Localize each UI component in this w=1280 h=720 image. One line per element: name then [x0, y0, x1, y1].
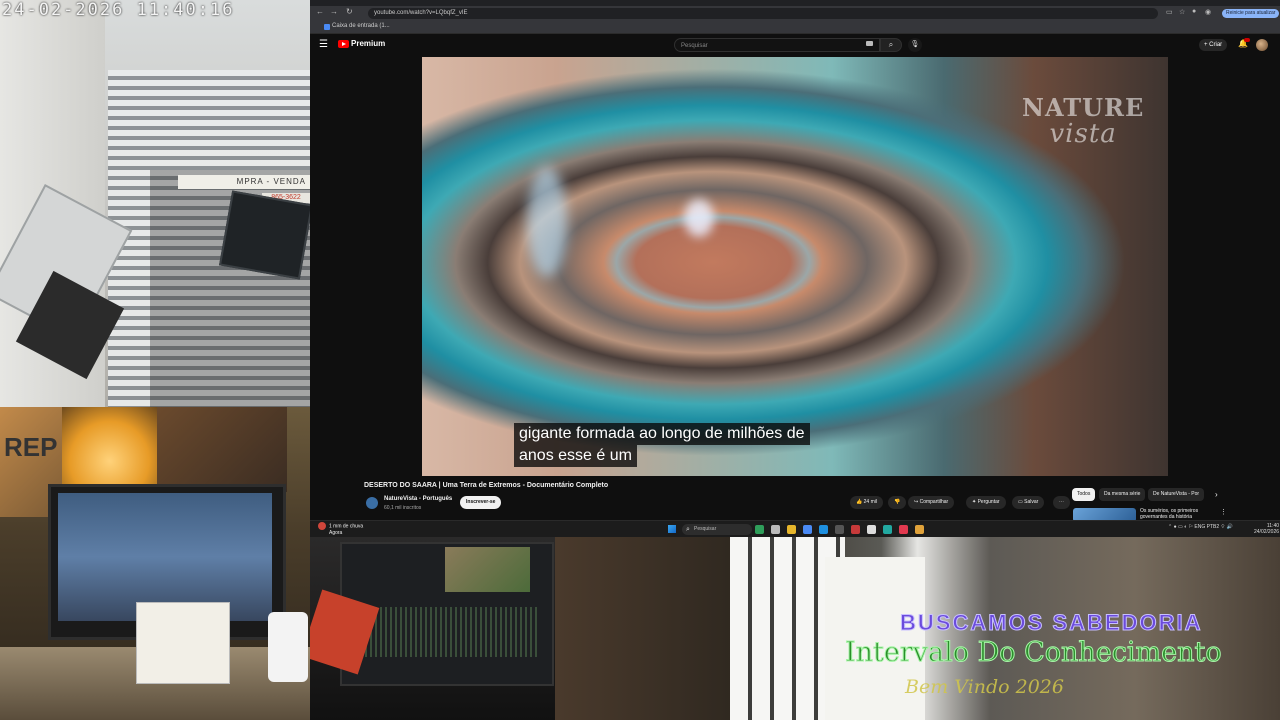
bookmark-star-icon[interactable]: ☆: [1179, 8, 1185, 16]
taskbar-app-icon[interactable]: [755, 525, 764, 534]
taskbar-clock[interactable]: 11:40 24/02/2026: [1254, 523, 1279, 535]
weather-icon: [318, 522, 326, 530]
room-camera-feed: BUSCAMOS SABEDORIA Intervalo Do Conhecim…: [555, 537, 1280, 720]
address-bar-row: ← → ↻ youtube.com/watch?v=LQbqfZ_vIE ▭ ☆…: [310, 6, 1280, 21]
extensions-icon[interactable]: ▭: [1166, 8, 1173, 16]
app-icon[interactable]: [867, 525, 876, 534]
channel-watermark: NATURE vista: [1022, 93, 1145, 149]
youtube-logo-icon[interactable]: [338, 40, 349, 48]
bookmark-inbox[interactable]: Caixa de entrada (1...: [332, 23, 390, 29]
watermark-line-2: vista: [1049, 119, 1117, 149]
youtube-premium-label[interactable]: Premium: [351, 39, 385, 48]
more-actions-icon[interactable]: ⋯: [1053, 496, 1070, 509]
overlay-welcome: Bem Vindo 2026: [905, 676, 1064, 698]
overlay-subtitle: Intervalo Do Conhecimento: [845, 637, 1223, 669]
street-camera-feed: MPRA - VENDA 865-3622 24-02-2026 11:40:1…: [0, 0, 310, 407]
caption-line: gigante formada ao longo de milhões de: [514, 423, 810, 445]
update-button[interactable]: Reinicie para atualizar: [1222, 9, 1280, 18]
recommended-title[interactable]: Os sumérios, os primeiros governantes da…: [1140, 508, 1210, 520]
video-title: DESERTO DO SAARA | Uma Terra de Extremos…: [364, 482, 609, 489]
weather-widget[interactable]: 1 mm de chuva Agora: [318, 522, 363, 536]
watermark-line-1: NATURE: [1022, 93, 1145, 122]
reload-icon[interactable]: ↻: [346, 7, 353, 16]
create-button[interactable]: + Criar: [1199, 39, 1228, 51]
share-button[interactable]: ↪ Compartilhar: [908, 496, 955, 509]
street-sign: MPRA - VENDA: [178, 175, 310, 189]
overlay-title: BUSCAMOS SABEDORIA: [899, 610, 1203, 636]
task-view-icon[interactable]: [771, 525, 780, 534]
menu-icon[interactable]: ☰: [319, 39, 328, 50]
app-icon[interactable]: [851, 525, 860, 534]
keyboard-icon[interactable]: [866, 41, 873, 46]
taskbar-search-input[interactable]: Pesquisar: [682, 524, 752, 535]
camera-timestamp: 24-02-2026 11:40:16: [2, 0, 235, 20]
volume-icon[interactable]: 🔊: [1227, 524, 1233, 530]
mic-icon[interactable]: 🎙: [908, 38, 922, 52]
clock-date: 24/02/2026: [1254, 529, 1280, 535]
dark-laptop: [219, 190, 310, 280]
like-button[interactable]: 👍 24 mil: [850, 496, 883, 509]
dislike-icon: 👎: [894, 499, 901, 505]
chip-all[interactable]: Todos: [1072, 488, 1096, 501]
search-input[interactable]: Pesquisar: [674, 38, 880, 52]
video-highlight: [527, 167, 567, 277]
subscriber-count: 60,1 mil inscritos: [384, 505, 422, 511]
vlc-icon[interactable]: [915, 525, 924, 534]
save-button[interactable]: ▭ Salvar: [1012, 496, 1045, 509]
desk-camera-feed: REP: [0, 407, 310, 720]
youtube-header: ☰ Premium Pesquisar ⌕ 🎙 + Criar 🔔: [310, 34, 1280, 56]
channel-name[interactable]: NatureVista - Português: [384, 496, 452, 502]
weather-text: 1 mm de chuva: [329, 523, 364, 530]
edge-icon[interactable]: [819, 525, 828, 534]
chip-channel[interactable]: De NatureVista - Por: [1148, 488, 1205, 501]
chip-same-series[interactable]: Da mesma série: [1099, 488, 1146, 501]
share-label: Compartilhar: [919, 499, 949, 505]
url-bar[interactable]: youtube.com/watch?v=LQbqfZ_vIE: [368, 8, 1158, 19]
video-captions: gigante formada ao longo de milhões de a…: [514, 423, 810, 467]
user-avatar[interactable]: [1256, 39, 1268, 51]
chevron-right-icon[interactable]: ›: [1210, 488, 1223, 501]
wall-painting: [157, 407, 287, 492]
account-avatar-icon[interactable]: ◉: [1205, 8, 1211, 16]
editor-camera-feed: [310, 537, 555, 720]
mail-icon: [324, 24, 330, 30]
tray-region: PTB2: [1206, 524, 1220, 530]
windows-start-icon[interactable]: [668, 525, 676, 533]
system-tray[interactable]: ⌃ ● ▭ ◐ ⚐ ENG PTB2 ⌔ 🔊: [1168, 524, 1233, 530]
app-icon[interactable]: [883, 525, 892, 534]
browser-window: ← → ↻ youtube.com/watch?v=LQbqfZ_vIE ▭ ☆…: [310, 0, 1280, 537]
notification-badge: [1244, 38, 1250, 42]
profile-icon[interactable]: ●: [1192, 8, 1196, 15]
ask-button[interactable]: ✦ Perguntar: [966, 496, 1006, 509]
chrome-icon[interactable]: [803, 525, 812, 534]
forward-icon[interactable]: →: [330, 7, 338, 16]
ask-label: Perguntar: [977, 499, 1000, 505]
editing-preview: [445, 547, 530, 592]
bookmarks-bar: Caixa de entrada (1...: [310, 21, 1280, 34]
tray-icons[interactable]: ⌃ ● ▭ ◐ ⚐: [1168, 524, 1194, 530]
save-label: Salvar: [1024, 499, 1039, 505]
file-explorer-icon[interactable]: [787, 525, 796, 534]
dislike-button[interactable]: 👎: [888, 496, 906, 509]
channel-avatar[interactable]: [366, 497, 378, 509]
search-button[interactable]: ⌕: [880, 38, 902, 52]
wifi-icon[interactable]: ⌔: [1221, 524, 1226, 530]
app-icon[interactable]: [899, 525, 908, 534]
caption-line: anos esse é um: [514, 445, 637, 467]
video-player[interactable]: NATURE vista gigante formada ao longo de…: [422, 57, 1168, 476]
recommended-more-icon[interactable]: ⋮: [1220, 508, 1227, 516]
windows-taskbar: 1 mm de chuva Agora Pesquisar ⌃ ● ▭ ◐ ⚐ …: [310, 520, 1280, 537]
desk-calendar: [136, 602, 230, 684]
back-icon[interactable]: ←: [316, 7, 324, 16]
audio-waveform: [350, 607, 540, 657]
bottle: [268, 612, 308, 682]
subscribe-button[interactable]: Inscrever-se: [460, 496, 502, 509]
weather-subtext: Agora: [329, 530, 343, 536]
video-highlight: [684, 199, 714, 237]
like-count: 24 mil: [863, 499, 877, 505]
store-icon[interactable]: [835, 525, 844, 534]
tray-language[interactable]: ENG: [1194, 524, 1205, 530]
